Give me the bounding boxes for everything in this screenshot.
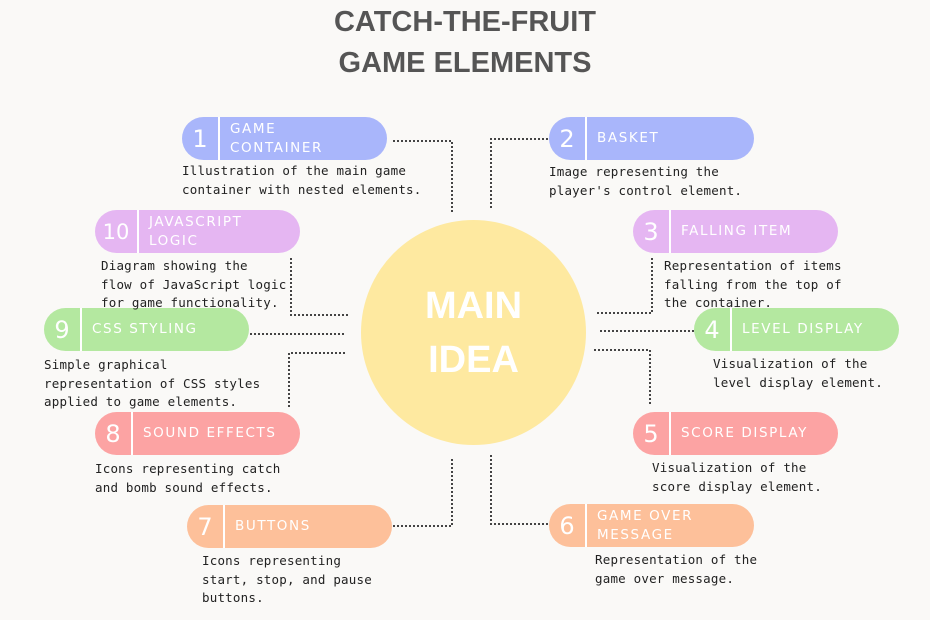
element-pill-7: 7 BUTTONS [187, 505, 392, 548]
main-idea-line-2: IDEA [428, 338, 519, 381]
element-description-9: Simple graphical representation of CSS s… [44, 357, 261, 409]
element-pill-8: 8 SOUND EFFECTS [95, 412, 300, 455]
connector-6 [490, 455, 548, 525]
element-label: GAME CONTAINER [230, 120, 323, 156]
element-pill-4: 4 LEVEL DISPLAY [694, 308, 899, 351]
element-number: 2 [549, 117, 587, 160]
element-pill-3: 3 FALLING ITEM [633, 210, 838, 253]
element-description-5: Visualization of the score display eleme… [652, 460, 822, 494]
connector-7 [393, 458, 453, 527]
element-pill-9: 9 CSS STYLING [44, 308, 249, 351]
element-label: SOUND EFFECTS [143, 425, 277, 441]
connector-10 [290, 258, 348, 316]
element-number: 5 [633, 412, 671, 455]
element-number: 3 [633, 210, 671, 253]
element-label: LEVEL DISPLAY [742, 321, 864, 337]
element-label: SCORE DISPLAY [681, 425, 808, 441]
element-pill-10: 10 JAVASCRIPT LOGIC [95, 210, 300, 253]
element-label: JAVASCRIPT LOGIC [149, 213, 243, 249]
element-number: 4 [694, 308, 732, 351]
element-pill-2: 2 BASKET [549, 117, 754, 160]
element-description-8: Icons representing catch and bomb sound … [95, 461, 281, 495]
element-number: 6 [549, 504, 587, 547]
element-pill-5: 5 SCORE DISPLAY [633, 412, 838, 455]
element-number: 7 [187, 505, 225, 548]
element-label: BUTTONS [235, 518, 311, 534]
element-description-10: Diagram showing the flow of JavaScript l… [101, 258, 287, 310]
element-description-4: Visualization of the level display eleme… [713, 356, 883, 390]
element-pill-6: 6 GAME OVER MESSAGE [549, 504, 754, 547]
element-label: GAME OVER MESSAGE [597, 507, 694, 543]
element-number: 10 [95, 210, 139, 253]
element-label: BASKET [597, 130, 660, 146]
element-label: CSS STYLING [92, 321, 198, 337]
element-description-1: Illustration of the main game container … [182, 163, 422, 197]
connector-2 [490, 138, 548, 208]
element-label: FALLING ITEM [681, 223, 793, 239]
connector-5 [594, 349, 651, 406]
element-description-3: Representation of items falling from the… [664, 258, 842, 310]
connector-8 [288, 352, 346, 407]
connector-3 [596, 258, 653, 314]
element-number: 1 [182, 117, 220, 160]
element-pill-1: 1 GAME CONTAINER [182, 117, 387, 160]
element-description-2: Image representing the player's control … [549, 164, 743, 198]
title-line-1: CATCH-THE-FRUIT [333, 6, 597, 38]
element-description-7: Icons representing start, stop, and paus… [202, 553, 372, 605]
element-description-6: Representation of the game over message. [595, 552, 758, 586]
main-idea-line-1: MAIN [424, 284, 523, 327]
title-line-2: GAME ELEMENTS [338, 47, 592, 79]
main-idea-circle: MAIN IDEA [361, 220, 586, 445]
element-number: 8 [95, 412, 133, 455]
element-number: 9 [44, 308, 82, 351]
